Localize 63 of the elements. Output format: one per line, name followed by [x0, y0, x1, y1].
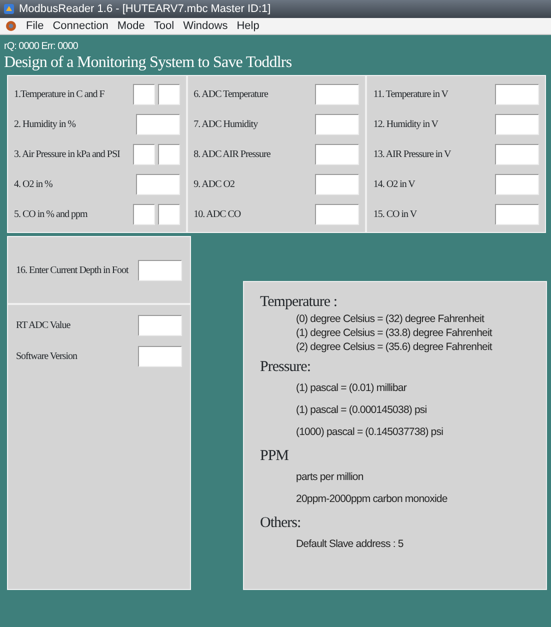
input-field[interactable]	[136, 114, 180, 134]
input-field[interactable]	[138, 346, 182, 367]
field-label: 16. Enter Current Depth in Foot	[16, 264, 128, 278]
field-label: 4. O2 in %	[14, 178, 52, 192]
section-title: Others:	[260, 514, 302, 533]
menu-item[interactable]: File	[26, 18, 44, 34]
info-text: Default Slave address : 5	[295, 537, 404, 552]
field-label: 7. ADC Humidity	[194, 118, 258, 132]
field-label: 9. ADC O2	[194, 178, 234, 192]
field-label: Software Version	[16, 350, 77, 364]
info-text: (1000) pascal = (0.145037738) psi	[295, 425, 444, 440]
input-field[interactable]	[132, 204, 155, 224]
field-label: 1.Temperature in C and F	[14, 88, 104, 102]
input-field[interactable]	[138, 315, 182, 336]
menu-item[interactable]: Windows	[183, 18, 228, 34]
section-title: Pressure:	[260, 358, 312, 377]
section-title: PPM	[260, 447, 290, 466]
field-label: 2. Humidity in %	[14, 118, 76, 132]
input-field[interactable]	[136, 174, 180, 194]
menu-item[interactable]: Tool	[154, 18, 174, 34]
field-label: 3. Air Pressure in kPa and PSI	[14, 148, 120, 162]
input-field[interactable]	[315, 174, 360, 194]
menu-item[interactable]: Connection	[52, 18, 108, 34]
info-text: (2) degree Celsius = (35.6) degree Fahrenheit	[295, 340, 494, 354]
input-field[interactable]	[132, 144, 155, 164]
field-label: 12. Humidity in V	[373, 118, 438, 132]
app-menu-icon[interactable]	[5, 20, 17, 32]
section-title: Temperature :	[260, 293, 338, 312]
window-title: ModbusReader 1.6 - [HUTEARV7.mbc Master ID:1]	[19, 2, 271, 17]
menu-item[interactable]: Help	[236, 18, 260, 34]
input-field[interactable]	[495, 174, 540, 194]
info-text: (1) pascal = (0.01) millibar	[295, 381, 408, 396]
field-label: 11. Temperature in V	[373, 88, 448, 102]
info-text: 20ppm-2000ppm carbon monoxide	[295, 492, 448, 507]
input-field[interactable]	[495, 114, 540, 134]
input-field[interactable]	[315, 204, 360, 224]
menu-item[interactable]: Mode	[117, 18, 145, 34]
page-heading: Design of a Monitoring System to Save Toddlrs	[3, 54, 293, 72]
info-text: (0) degree Celsius = (32) degree Fahrenheit	[295, 312, 486, 326]
field-label: 10. ADC CO	[194, 208, 241, 222]
app-icon	[3, 3, 15, 15]
field-label: 8. ADC AIR Pressure	[194, 148, 270, 162]
input-field[interactable]	[495, 144, 540, 164]
input-field[interactable]	[315, 84, 360, 104]
input-field[interactable]	[158, 144, 180, 164]
input-field[interactable]	[495, 84, 540, 104]
field-label: 13. AIR Pressure in V	[373, 148, 451, 162]
input-field[interactable]	[158, 84, 180, 104]
input-field[interactable]	[495, 204, 540, 224]
info-text: (1) pascal = (0.000145038) psi	[295, 403, 428, 418]
field-label: 6. ADC Temperature	[194, 88, 268, 102]
input-field[interactable]	[315, 114, 360, 134]
info-text: (1) degree Celsius = (33.8) degree Fahrenheit	[295, 326, 494, 340]
field-label: RT ADC Value	[16, 319, 70, 333]
field-label: 5. CO in % and ppm	[14, 208, 88, 222]
field-label: 14. O2 in V	[373, 178, 415, 192]
input-field[interactable]	[132, 84, 155, 104]
input-field[interactable]	[315, 144, 360, 164]
field-label: 15. CO in V	[373, 208, 417, 222]
info-text: parts per million	[295, 470, 364, 485]
input-field[interactable]	[158, 204, 180, 224]
input-field[interactable]	[138, 260, 182, 280]
status-text: rQ: 0000 Err: 0000	[3, 40, 79, 54]
